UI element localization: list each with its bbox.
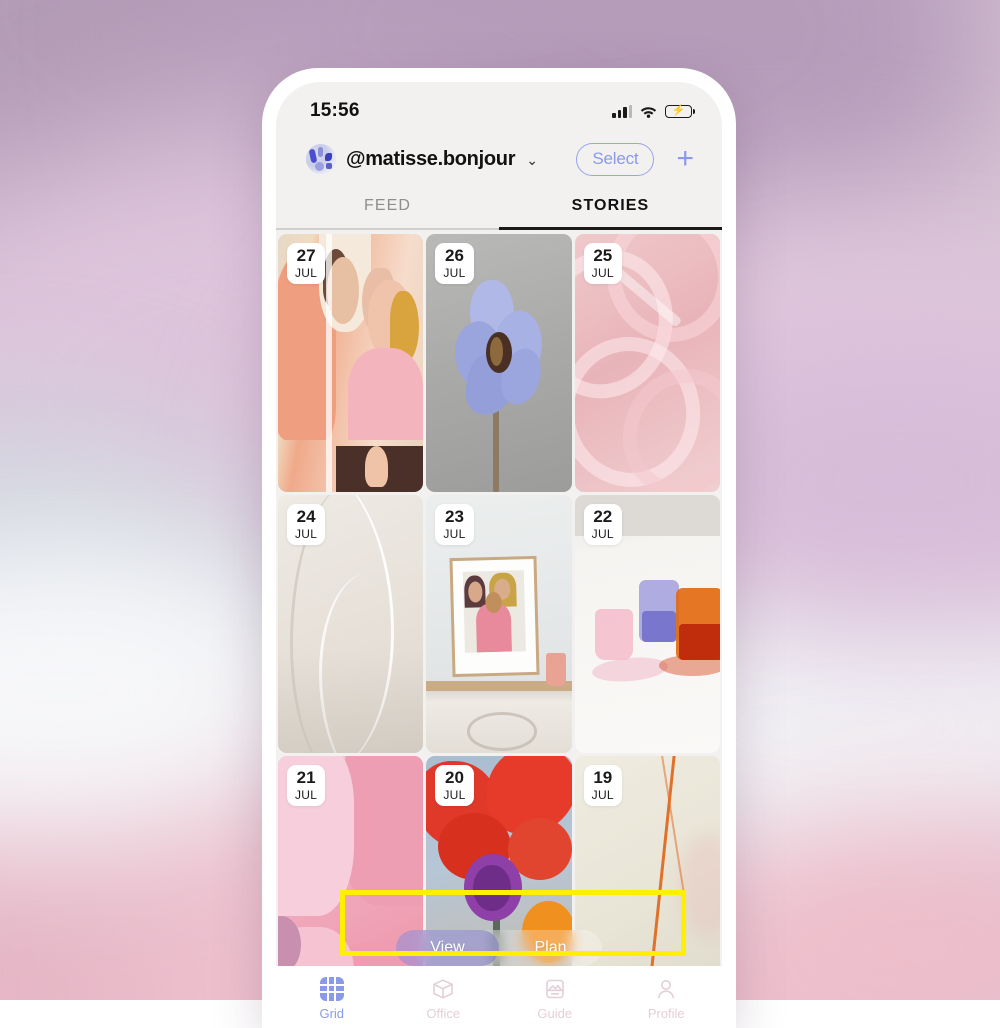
date-month: JUL bbox=[592, 789, 614, 801]
phone-screen: 15:56 ⚡ @matisse.bonjour ⌄ bbox=[276, 82, 722, 1028]
date-day: 23 bbox=[443, 508, 465, 525]
toggle-option-view[interactable]: View bbox=[396, 930, 499, 966]
date-day: 26 bbox=[443, 247, 465, 264]
nav-item-grid[interactable]: Grid bbox=[276, 977, 388, 1021]
date-day: 27 bbox=[295, 247, 317, 264]
date-badge: 26 JUL bbox=[435, 243, 473, 284]
date-badge: 21 JUL bbox=[287, 765, 325, 806]
chevron-down-icon[interactable]: ⌄ bbox=[526, 152, 538, 169]
view-plan-toggle[interactable]: View Plan bbox=[396, 930, 602, 966]
date-badge: 27 JUL bbox=[287, 243, 325, 284]
date-day: 25 bbox=[592, 247, 614, 264]
phone-mockup: 15:56 ⚡ @matisse.bonjour ⌄ bbox=[262, 68, 736, 1028]
date-day: 20 bbox=[443, 769, 465, 786]
account-handle[interactable]: @matisse.bonjour bbox=[346, 148, 515, 171]
date-month: JUL bbox=[443, 789, 465, 801]
story-cell[interactable]: 26 JUL bbox=[426, 234, 571, 492]
date-badge: 24 JUL bbox=[287, 504, 325, 545]
tab-stories-label: STORIES bbox=[572, 197, 650, 215]
date-badge: 19 JUL bbox=[584, 765, 622, 806]
box-icon bbox=[431, 977, 455, 1001]
nav-label-guide: Guide bbox=[537, 1006, 572, 1021]
tab-bar: FEED STORIES bbox=[276, 182, 722, 230]
toggle-option-plan[interactable]: Plan bbox=[499, 930, 602, 966]
story-cell[interactable]: 22 JUL bbox=[575, 495, 720, 753]
date-day: 19 bbox=[592, 769, 614, 786]
tab-feed[interactable]: FEED bbox=[276, 182, 499, 230]
nav-item-office[interactable]: Office bbox=[388, 977, 500, 1021]
date-month: JUL bbox=[443, 267, 465, 279]
date-day: 22 bbox=[592, 508, 614, 525]
date-day: 24 bbox=[295, 508, 317, 525]
avatar[interactable] bbox=[306, 144, 336, 174]
date-day: 21 bbox=[295, 769, 317, 786]
date-badge: 25 JUL bbox=[584, 243, 622, 284]
status-clock: 15:56 bbox=[310, 100, 360, 122]
status-icons: ⚡ bbox=[612, 105, 692, 118]
nav-label-profile: Profile bbox=[648, 1006, 685, 1021]
story-cell[interactable]: 24 JUL bbox=[278, 495, 423, 753]
cellular-signal-icon bbox=[612, 105, 632, 118]
bottom-navigation: Grid Office Guide bbox=[276, 966, 722, 1028]
status-bar: 15:56 ⚡ bbox=[276, 82, 722, 130]
battery-charging-icon: ⚡ bbox=[665, 105, 692, 118]
tab-stories[interactable]: STORIES bbox=[499, 182, 722, 230]
date-badge: 20 JUL bbox=[435, 765, 473, 806]
date-month: JUL bbox=[443, 528, 465, 540]
story-cell[interactable]: 23 JUL bbox=[426, 495, 571, 753]
date-badge: 22 JUL bbox=[584, 504, 622, 545]
plus-icon[interactable]: + bbox=[676, 146, 694, 172]
date-badge: 23 JUL bbox=[435, 504, 473, 545]
nav-item-profile[interactable]: Profile bbox=[611, 977, 723, 1021]
grid-icon bbox=[320, 977, 344, 1001]
story-cell[interactable]: 27 JUL bbox=[278, 234, 423, 492]
date-month: JUL bbox=[295, 528, 317, 540]
nav-label-office: Office bbox=[426, 1006, 460, 1021]
date-month: JUL bbox=[592, 267, 614, 279]
date-month: JUL bbox=[295, 267, 317, 279]
date-month: JUL bbox=[295, 789, 317, 801]
image-card-icon bbox=[543, 977, 567, 1001]
nav-item-guide[interactable]: Guide bbox=[499, 977, 611, 1021]
date-month: JUL bbox=[592, 528, 614, 540]
account-header: @matisse.bonjour ⌄ Select + bbox=[276, 130, 722, 182]
nav-label-grid: Grid bbox=[319, 1006, 344, 1021]
wifi-icon bbox=[640, 105, 657, 118]
select-button[interactable]: Select bbox=[576, 143, 654, 176]
person-icon bbox=[654, 977, 678, 1001]
story-cell[interactable]: 25 JUL bbox=[575, 234, 720, 492]
stories-grid: 27 JUL 26 JUL 25 bbox=[276, 230, 722, 1014]
tab-feed-label: FEED bbox=[364, 197, 411, 215]
